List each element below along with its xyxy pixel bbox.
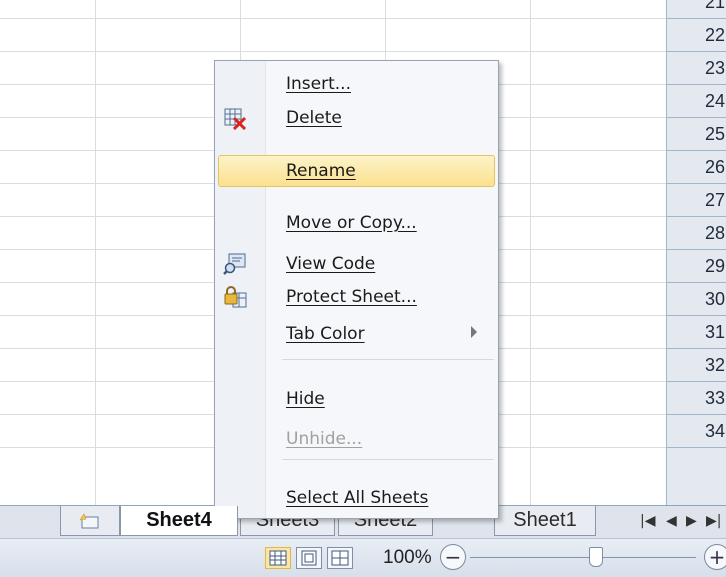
gridline [530,0,531,505]
row-header[interactable]: 23 [667,52,726,85]
menu-item-insert[interactable]: Insert... [218,68,495,100]
zoom-in-button[interactable]: + [704,544,726,570]
zoom-level[interactable]: 100% [383,547,432,569]
menu-item-tab-color[interactable]: Tab Color [218,318,495,350]
view-code-icon [223,253,246,275]
menu-item-label: Tab Color [286,324,365,344]
menu-item-label: Hide [286,389,325,409]
menu-item-label: Unhide... [286,429,363,449]
menu-item-protect-sheet[interactable]: Protect Sheet... [218,281,495,313]
submenu-arrow-icon [471,326,477,338]
zoom-slider-track[interactable] [470,557,696,558]
row-header-column[interactable]: 21 22 23 24 25 26 27 28 29 30 31 32 33 34 [666,0,726,505]
menu-item-label: Move or Copy... [286,213,417,233]
menu-item-hide[interactable]: Hide [218,383,495,415]
sheet-tab-label: Sheet1 [513,509,577,531]
gridline [95,0,96,505]
zoom-in-icon: + [708,545,726,569]
zoom-out-icon: − [444,545,462,569]
menu-item-select-all-sheets[interactable]: Select All Sheets [218,482,495,514]
zoom-slider-thumb[interactable] [589,547,603,567]
insert-worksheet-icon [79,512,99,528]
status-bar: 100% − + [0,538,726,577]
menu-item-label: Select All Sheets [286,488,429,508]
gridline [0,51,666,52]
first-sheet-icon[interactable]: |◀ [640,513,655,529]
row-header[interactable]: 22 [667,19,726,52]
zoom-out-button[interactable]: − [440,544,466,570]
last-sheet-icon[interactable]: ▶| [706,513,721,529]
menu-item-label: Delete [286,108,342,128]
delete-sheet-icon [224,108,247,130]
row-header[interactable]: 32 [667,349,726,382]
page-break-view-button[interactable] [327,547,353,569]
menu-item-label: Protect Sheet... [286,287,417,307]
row-header[interactable]: 25 [667,118,726,151]
sheet-tab-sheet4[interactable]: Sheet4 [120,506,238,536]
protect-sheet-icon [224,286,247,308]
menu-item-unhide: Unhide... [218,423,495,455]
normal-view-button[interactable] [265,547,291,569]
row-header[interactable]: 33 [667,382,726,415]
sheet-tab-context-menu: Insert... Delete Rename Move or Copy... … [214,60,499,519]
menu-item-delete[interactable]: Delete [218,102,495,134]
gridline [0,18,666,19]
menu-item-label: Insert... [286,74,351,94]
menu-separator [282,359,494,360]
normal-view-icon [269,550,287,566]
prev-sheet-icon[interactable]: ◀ [666,513,677,529]
row-header[interactable]: 31 [667,316,726,349]
row-header[interactable]: 27 [667,184,726,217]
row-header[interactable]: 30 [667,283,726,316]
insert-worksheet-tab[interactable] [60,506,120,536]
menu-separator [282,459,494,460]
menu-item-label: View Code [286,254,376,274]
row-header[interactable]: 34 [667,415,726,448]
row-header[interactable]: 26 [667,151,726,184]
menu-item-move-or-copy[interactable]: Move or Copy... [218,207,495,239]
page-layout-icon [301,550,317,566]
menu-item-label: Rename [286,161,356,181]
menu-item-view-code[interactable]: View Code [218,248,495,280]
row-header[interactable]: 21 [667,0,726,19]
row-header[interactable]: 24 [667,85,726,118]
menu-item-rename[interactable]: Rename [218,155,495,187]
next-sheet-icon[interactable]: ▶ [686,513,697,529]
sheet-tab-label: Sheet4 [146,509,212,531]
page-break-icon [331,550,349,566]
sheet-tab-sheet1[interactable]: Sheet1 [494,506,596,536]
row-header[interactable]: 29 [667,250,726,283]
row-header[interactable]: 28 [667,217,726,250]
page-layout-view-button[interactable] [296,547,322,569]
